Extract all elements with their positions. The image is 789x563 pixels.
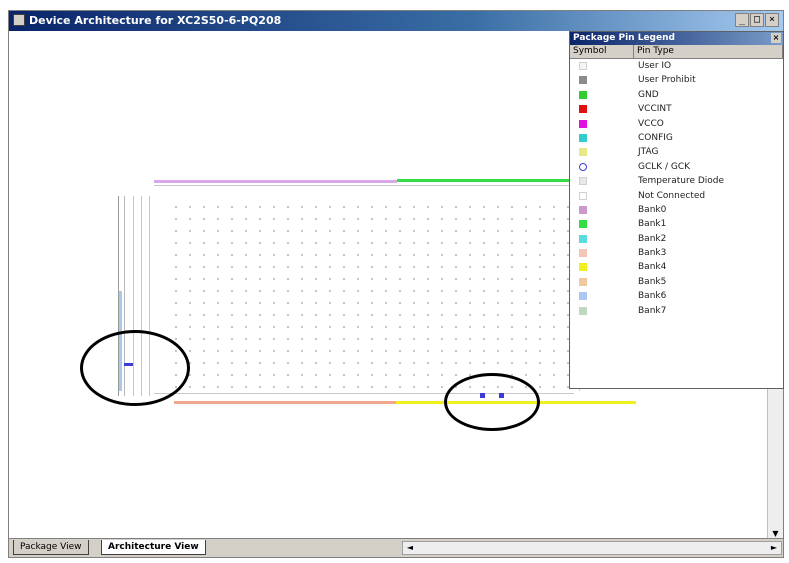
legend-item: Bank1 [570, 217, 783, 231]
legend-item: Bank4 [570, 260, 783, 274]
legend-swatch [579, 220, 587, 229]
legend-swatch [579, 148, 587, 157]
legend-item: Bank7 [570, 304, 783, 318]
title-bar[interactable]: Device Architecture for XC2S50-6-PQ208 _… [9, 11, 783, 31]
legend-label: VCCO [638, 118, 664, 129]
legend-item: User Prohibit [570, 73, 783, 87]
legend-item: GCLK / GCK [570, 160, 783, 174]
legend-label: User IO [638, 61, 672, 71]
legend-label: Not Connected [638, 190, 706, 201]
legend-item: Bank5 [570, 275, 783, 289]
legend-title: Package Pin Legend [573, 33, 675, 43]
legend-item: Bank2 [570, 232, 783, 246]
bank0-bar [154, 180, 397, 183]
tab-architecture-view[interactable]: Architecture View [101, 540, 206, 555]
top-outline [154, 185, 574, 186]
legend-label: JTAG [638, 147, 659, 158]
window-controls: _ □ × [735, 13, 779, 27]
legend-swatch [579, 292, 587, 301]
annotation-circle [80, 330, 190, 406]
legend-item: GND [570, 88, 783, 102]
legend-swatch [579, 62, 587, 70]
legend-swatch [579, 205, 587, 214]
legend-swatch [579, 263, 587, 272]
legend-label: User Prohibit [638, 75, 696, 86]
legend-swatch [579, 277, 587, 286]
maximize-button[interactable]: □ [750, 13, 764, 27]
legend-label: Temperature Diode [638, 176, 725, 187]
legend-item: Bank0 [570, 203, 783, 217]
legend-close-button[interactable]: × [771, 33, 781, 43]
annotation-circle [444, 373, 540, 431]
legend-item: Not Connected [570, 189, 783, 203]
horizontal-scrollbar[interactable]: ◄ ► [402, 541, 782, 555]
scroll-right-arrow-icon[interactable]: ► [767, 542, 781, 554]
legend-item: VCCINT [570, 102, 783, 116]
legend-label: Bank1 [638, 219, 667, 230]
tab-package-view[interactable]: Package View [13, 540, 89, 555]
scroll-left-arrow-icon[interactable]: ◄ [403, 542, 417, 554]
package-pin-legend: Package Pin Legend × Symbol Pin Type Use… [569, 31, 784, 389]
legend-label: Bank4 [638, 262, 667, 273]
close-button[interactable]: × [765, 13, 779, 27]
legend-list: User IO User Prohibit GND VCCINT VCCO CONFIG J… [570, 59, 783, 318]
legend-label: GCLK / GCK [638, 161, 691, 172]
legend-item: Bank6 [570, 289, 783, 303]
legend-label: VCCINT [638, 104, 672, 115]
legend-label: Bank6 [638, 291, 667, 302]
legend-swatch [579, 90, 587, 99]
legend-swatch [579, 119, 587, 128]
legend-swatch [579, 177, 587, 186]
app-icon [13, 14, 25, 26]
legend-label: Bank5 [638, 276, 667, 287]
legend-label: Bank7 [638, 305, 667, 316]
legend-swatch [579, 105, 587, 114]
legend-item: JTAG [570, 145, 783, 159]
bank1-bar [397, 179, 572, 182]
legend-swatch [579, 249, 587, 258]
legend-item: User IO [570, 59, 783, 73]
bottom-bar: Package View Architecture View ◄ ► [9, 538, 783, 557]
legend-label: Bank0 [638, 204, 667, 215]
legend-item: Bank3 [570, 246, 783, 260]
legend-label: CONFIG [638, 132, 673, 143]
legend-label: Bank2 [638, 233, 667, 244]
legend-header: Symbol Pin Type [570, 45, 783, 59]
legend-item: Temperature Diode [570, 174, 783, 188]
legend-swatch [579, 191, 587, 200]
legend-label: Bank3 [638, 248, 667, 259]
legend-swatch [579, 162, 587, 171]
legend-item: CONFIG [570, 131, 783, 145]
bank5-bar [174, 401, 396, 404]
column-header-pin-type[interactable]: Pin Type [634, 45, 783, 58]
minimize-button[interactable]: _ [735, 13, 749, 27]
legend-swatch [579, 234, 587, 243]
legend-item: VCCO [570, 117, 783, 131]
window-title: Device Architecture for XC2S50-6-PQ208 [29, 14, 282, 27]
legend-swatch [579, 306, 587, 315]
legend-label: GND [638, 89, 659, 100]
legend-swatch [579, 133, 587, 142]
legend-title-bar[interactable]: Package Pin Legend × [570, 32, 783, 45]
clb-grid [169, 201, 580, 391]
column-header-symbol[interactable]: Symbol [570, 45, 634, 58]
legend-swatch [579, 76, 587, 85]
